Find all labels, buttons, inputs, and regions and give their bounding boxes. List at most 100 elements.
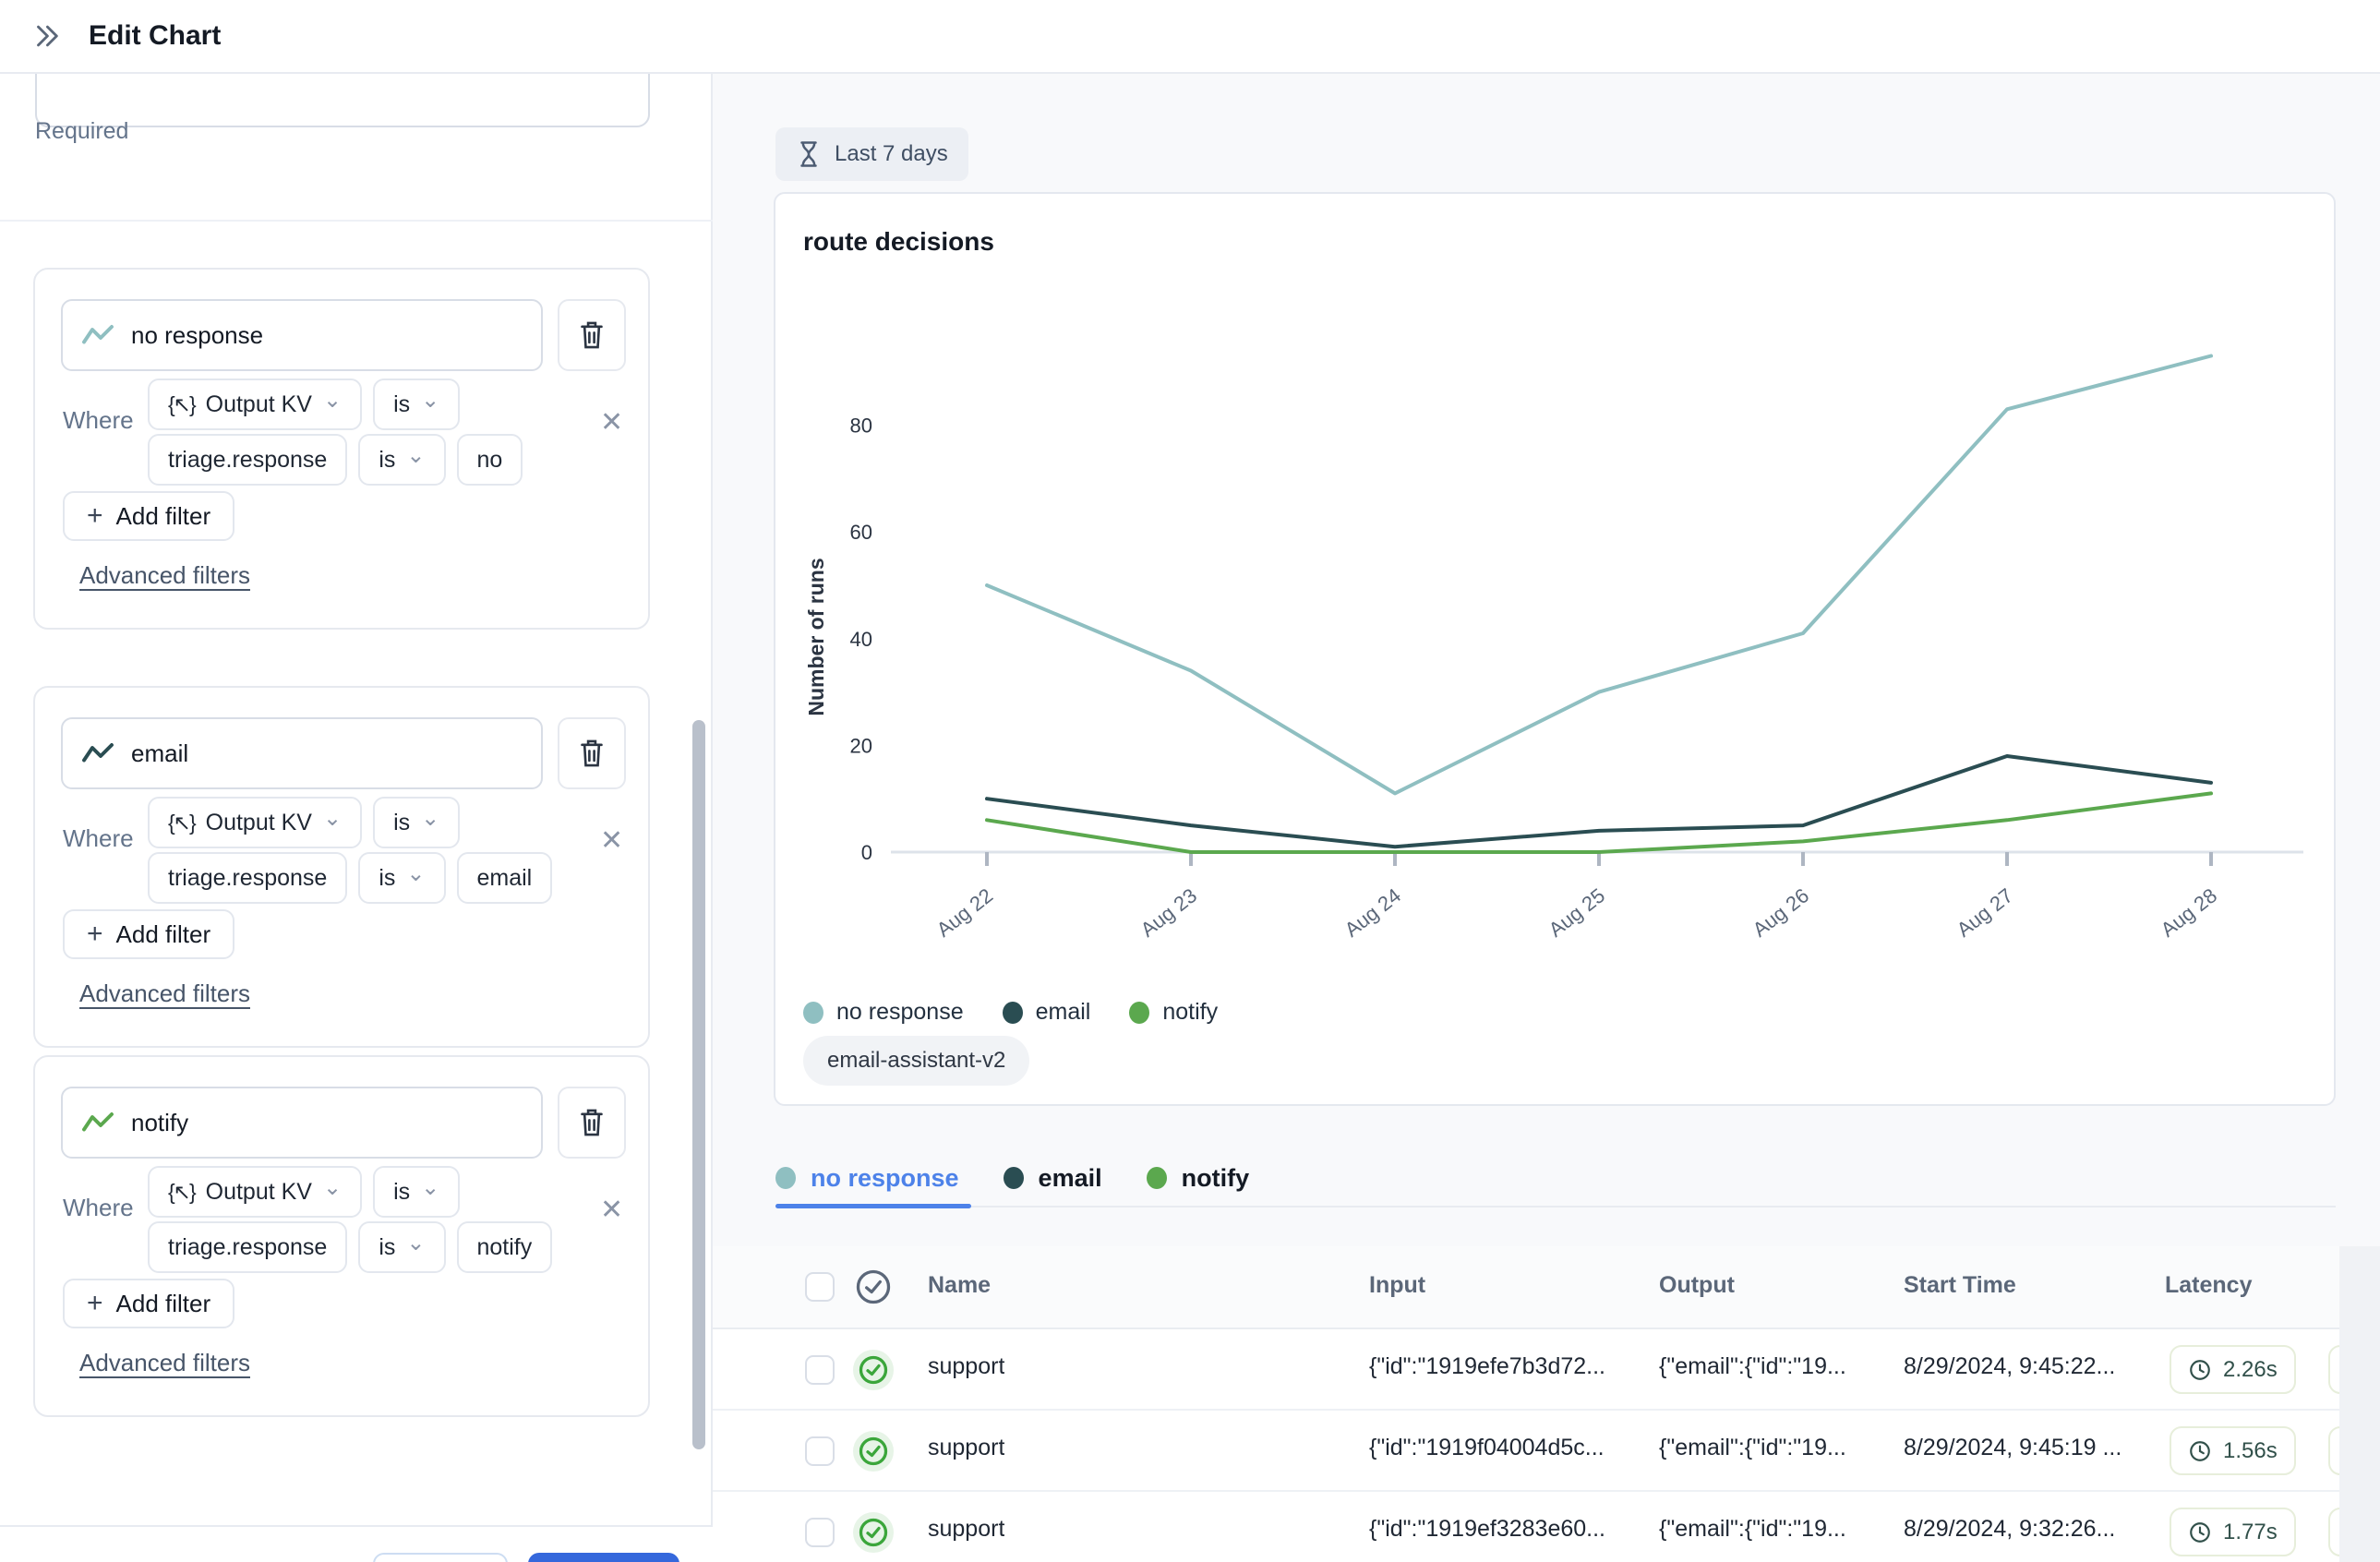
delete-series-button[interactable] xyxy=(558,1087,626,1159)
field-select[interactable]: {↖} Output KV ⌄ xyxy=(148,1166,362,1218)
operator-select[interactable]: is ⌄ xyxy=(373,1166,460,1218)
page-header: Edit Chart xyxy=(0,0,2380,74)
key-value: triage.response xyxy=(168,447,327,474)
line-chart[interactable]: Number of runs020406080Aug 22Aug 23Aug 2… xyxy=(775,194,2338,1108)
delete-series-button[interactable] xyxy=(558,299,626,371)
column-header-start-time[interactable]: Start Time xyxy=(1904,1272,2162,1299)
table-row[interactable]: support {"id":"1919ef3283e60... {"email"… xyxy=(713,1492,2380,1562)
series-name-value: no response xyxy=(131,321,263,350)
legend-item[interactable]: no response xyxy=(803,999,964,1026)
active-tab-underline xyxy=(775,1204,971,1208)
run-name[interactable]: support xyxy=(928,1353,1004,1380)
svg-text:Aug 25: Aug 25 xyxy=(1545,883,1609,942)
remove-filter-icon[interactable]: ✕ xyxy=(600,406,623,439)
chevron-down-icon: ⌄ xyxy=(406,451,425,461)
row-checkbox[interactable] xyxy=(805,1436,835,1466)
table-row[interactable]: support {"id":"1919efe7b3d72... {"email"… xyxy=(713,1329,2380,1411)
key-operator-value: is xyxy=(379,1234,395,1261)
chevron-down-icon: ⌄ xyxy=(323,814,342,823)
field-select[interactable]: {↖} Output KV ⌄ xyxy=(148,797,362,848)
table-scrollbar-track[interactable] xyxy=(2339,1246,2380,1562)
column-header-output[interactable]: Output xyxy=(1659,1272,1894,1299)
key-operator-select[interactable]: is ⌄ xyxy=(358,1221,445,1273)
row-checkbox[interactable] xyxy=(805,1355,835,1385)
filter-value: email xyxy=(477,865,533,892)
add-filter-button[interactable]: + Add filter xyxy=(63,491,234,541)
remove-filter-icon[interactable]: ✕ xyxy=(600,1194,623,1226)
tab-label: notify xyxy=(1182,1164,1250,1193)
key-input[interactable]: triage.response xyxy=(148,434,347,486)
trash-icon xyxy=(578,319,606,351)
column-header-latency[interactable]: Latency xyxy=(2165,1272,2252,1299)
run-output[interactable]: {"email":{"id":"19... xyxy=(1659,1353,1894,1380)
operator-value: is xyxy=(393,810,410,836)
svg-text:40: 40 xyxy=(850,628,872,651)
time-range-chip[interactable]: Last 7 days xyxy=(775,127,968,181)
tab-notify[interactable]: notify xyxy=(1147,1164,1250,1193)
run-name[interactable]: support xyxy=(928,1516,1004,1543)
where-label: Where xyxy=(63,406,134,435)
chevron-down-icon: ⌄ xyxy=(421,1184,439,1193)
trash-icon xyxy=(578,738,606,769)
save-button[interactable]: Save xyxy=(528,1553,679,1562)
column-header-input[interactable]: Input xyxy=(1369,1272,1646,1299)
advanced-filters-link[interactable]: Advanced filters xyxy=(79,979,250,1008)
tab-no-response[interactable]: no response xyxy=(775,1164,959,1193)
legend-dot xyxy=(803,1002,823,1024)
advanced-filters-link[interactable]: Advanced filters xyxy=(79,1349,250,1377)
key-operator-select[interactable]: is ⌄ xyxy=(358,434,445,486)
chevron-down-icon: ⌄ xyxy=(406,870,425,879)
status-column-icon xyxy=(853,1267,894,1307)
add-filter-button[interactable]: + Add filter xyxy=(63,909,234,959)
run-input[interactable]: {"id":"1919ef3283e60... xyxy=(1369,1516,1646,1543)
series-name-value: email xyxy=(131,739,188,768)
run-output[interactable]: {"email":{"id":"19... xyxy=(1659,1435,1894,1461)
legend-dot xyxy=(1129,1002,1149,1024)
key-input[interactable]: triage.response xyxy=(148,1221,347,1273)
panel-scrollbar[interactable] xyxy=(692,720,705,1449)
legend-item[interactable]: notify xyxy=(1129,999,1218,1026)
edit-chart-panel: Required Create data series i no respons… xyxy=(0,74,713,1562)
cancel-button[interactable]: Cancel xyxy=(373,1553,508,1562)
run-name[interactable]: support xyxy=(928,1435,1004,1461)
time-range-label: Last 7 days xyxy=(835,141,948,167)
legend-label: no response xyxy=(836,999,964,1026)
table-row[interactable]: support {"id":"1919f04004d5c... {"email"… xyxy=(713,1411,2380,1492)
tab-label: no response xyxy=(811,1164,959,1193)
latency-badge: 1.56s xyxy=(2170,1426,2296,1475)
run-output[interactable]: {"email":{"id":"19... xyxy=(1659,1516,1894,1543)
remove-filter-icon[interactable]: ✕ xyxy=(600,824,623,857)
series-card-email: email Where {↖} Output KV ⌄ is ⌄ triag xyxy=(33,686,650,1048)
select-all-checkbox[interactable] xyxy=(805,1272,835,1302)
tab-email[interactable]: email xyxy=(1004,1164,1102,1193)
key-input[interactable]: triage.response xyxy=(148,852,347,904)
delete-series-button[interactable] xyxy=(558,717,626,789)
collapse-panel-icon[interactable] xyxy=(28,18,65,54)
dataset-tag[interactable]: email-assistant-v2 xyxy=(803,1036,1029,1086)
legend-item[interactable]: email xyxy=(1003,999,1091,1026)
advanced-filters-link[interactable]: Advanced filters xyxy=(79,561,250,590)
value-input[interactable]: no xyxy=(457,434,523,486)
field-select[interactable]: {↖} Output KV ⌄ xyxy=(148,378,362,430)
page-title: Edit Chart xyxy=(89,20,221,52)
operator-select[interactable]: is ⌄ xyxy=(373,378,460,430)
series-name-input[interactable]: email xyxy=(61,717,543,789)
add-filter-button[interactable]: + Add filter xyxy=(63,1279,234,1328)
key-value: triage.response xyxy=(168,1234,327,1261)
chart-legend: no response email notify xyxy=(803,999,1218,1026)
value-input[interactable]: email xyxy=(457,852,553,904)
column-header-name[interactable]: Name xyxy=(928,1272,991,1299)
run-input[interactable]: {"id":"1919efe7b3d72... xyxy=(1369,1353,1646,1380)
field-value: Output KV xyxy=(206,810,312,836)
svg-text:Aug 23: Aug 23 xyxy=(1136,883,1201,942)
series-name-input[interactable]: no response xyxy=(61,299,543,371)
series-name-input[interactable]: notify xyxy=(61,1087,543,1159)
run-input[interactable]: {"id":"1919f04004d5c... xyxy=(1369,1435,1646,1461)
value-input[interactable]: notify xyxy=(457,1221,553,1273)
row-checkbox[interactable] xyxy=(805,1518,835,1547)
key-operator-select[interactable]: is ⌄ xyxy=(358,852,445,904)
series-card-no-response: no response Where {↖} Output KV ⌄ is ⌄ xyxy=(33,268,650,630)
kv-braces-icon: {↖} xyxy=(168,392,195,417)
chevron-down-icon: ⌄ xyxy=(323,396,342,405)
operator-select[interactable]: is ⌄ xyxy=(373,797,460,848)
